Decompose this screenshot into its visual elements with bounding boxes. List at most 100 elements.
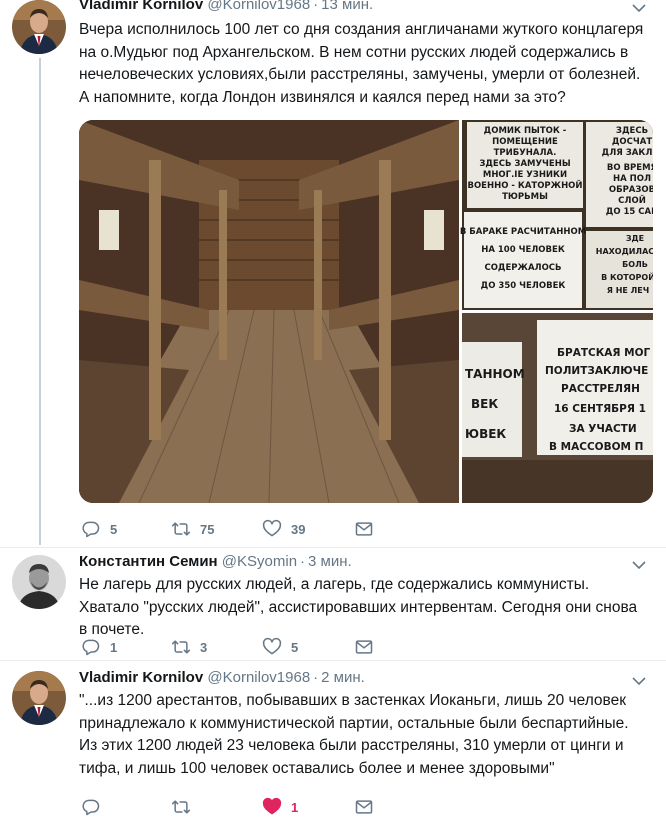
like-button[interactable]: 5	[262, 636, 298, 658]
retweet-icon	[171, 800, 191, 814]
author-handle[interactable]: @KSyomin	[222, 553, 297, 570]
retweet-icon	[171, 522, 191, 536]
avatar[interactable]	[12, 671, 66, 725]
retweet-count: 75	[200, 521, 215, 537]
retweet-count: 3	[200, 639, 208, 655]
sign1-line-3: ТРИБУНАЛА.	[494, 148, 557, 158]
sign3-line-4: ДО 350 ЧЕЛОВЕК	[481, 281, 566, 291]
sign1-line-5: МНОГ.IE УЗНИКИ	[483, 170, 567, 180]
tweet-header: Vladimir Kornilov @Kornilov1968 · 13 мин.	[79, 0, 636, 14]
action-bar: 1 3 5	[79, 636, 409, 658]
reply-button[interactable]	[81, 796, 110, 818]
sign4-line-2: НАХОДИЛАСЬ	[596, 247, 653, 256]
sign6-line-2: ПОЛИТЗАКЛЮЧЕ	[545, 365, 648, 377]
sign6-line-6: В МАССОВОМ П	[549, 441, 643, 453]
retweet-icon	[171, 640, 191, 654]
timestamp[interactable]: 3 мин.	[308, 553, 352, 570]
sign1-line-7: ТЮРЬМЫ	[502, 192, 548, 202]
sign1-line-2: ПОМЕЩЕНИЕ	[492, 137, 558, 147]
reply-count: 1	[110, 639, 118, 655]
sign2-line-7: СЛОЙ	[618, 194, 646, 206]
tweet-text: Не лагерь для русских людей, а лагерь, г…	[79, 576, 638, 638]
retweet-button[interactable]: 3	[171, 636, 207, 658]
timestamp[interactable]: 2 мин.	[321, 669, 365, 686]
separator-dot: ·	[313, 0, 319, 13]
retweet-button[interactable]	[171, 796, 200, 818]
envelope-icon	[355, 800, 373, 814]
sign2-line-6: ОБРАЗОВ	[609, 185, 653, 195]
direct-message-button[interactable]	[354, 636, 374, 658]
separator-dot: ·	[300, 553, 306, 570]
sign3-line-2: НА 100 ЧЕЛОВЕК	[481, 245, 565, 255]
tweet-text: Вчера исполнилось 100 лет со дня создани…	[79, 21, 644, 106]
sign4-line-1: ЗДЕ	[626, 234, 644, 243]
sign5-line-3: ЮВЕК	[465, 427, 506, 441]
tweet-1[interactable]: Vladimir Kornilov @Kornilov1968 · 13 мин. …	[0, 0, 666, 547]
sign4-line-4: В КОТОРОЙ	[601, 271, 653, 282]
tweet-media[interactable]: ДОМИК ПЫТОК - ПОМЕЩЕНИЕ ТРИБУНАЛА. ЗДЕСЬ…	[79, 120, 653, 503]
reply-icon	[82, 799, 100, 816]
author-name[interactable]: Vladimir Kornilov	[79, 669, 203, 686]
separator-dot: ·	[313, 669, 319, 686]
sign6-line-3: РАССТРЕЛЯН	[561, 383, 640, 395]
signs-photo[interactable]: ДОМИК ПЫТОК - ПОМЕЩЕНИЕ ТРИБУНАЛА. ЗДЕСЬ…	[460, 120, 653, 310]
sign5-line-2: ВЕК	[471, 397, 498, 411]
like-count: 5	[291, 639, 299, 655]
heart-icon	[262, 637, 282, 655]
sign2-line-4: ВО ВРЕМЯ	[607, 163, 653, 173]
reply-count: 5	[110, 521, 118, 537]
action-bar: 1	[79, 796, 409, 818]
chevron-down-icon[interactable]	[632, 3, 646, 13]
sign2-line-3: ДЛЯ ЗАКЛЮ	[602, 148, 653, 158]
sign1-line-6: ВОЕННО - КАТОРЖНОЙ	[467, 179, 582, 191]
sign2-line-8: ДО 15 САН	[606, 207, 653, 217]
tweet-header: Vladimir Kornilov @Kornilov1968 · 2 мин.	[79, 669, 636, 687]
sign2-line-2: ДОСЧАТ	[612, 137, 652, 147]
envelope-icon	[355, 522, 373, 536]
memorial-photo[interactable]: ТАННОМ ВЕК ЮВЕК БРАТСКАЯ МОГ ПОЛИТЗАКЛЮЧ…	[462, 313, 653, 503]
heart-icon	[262, 519, 282, 537]
tweet-header: Константин Семин @KSyomin · 3 мин.	[79, 553, 636, 571]
heart-icon	[262, 797, 282, 815]
sign4-line-5: Я НЕ ЛЕЧ	[607, 286, 649, 295]
author-name[interactable]: Константин Семин	[79, 553, 218, 570]
sign3-line-1: В БАРАКЕ РАСЧИТАННОМ	[460, 227, 586, 237]
avatar-bw-man-image	[12, 555, 66, 609]
chevron-down-icon[interactable]	[632, 676, 646, 686]
author-handle[interactable]: @Kornilov1968	[207, 0, 310, 13]
like-button[interactable]: 39	[262, 518, 305, 540]
sign4-line-3: БОЛЬ	[622, 260, 648, 269]
sign2-line-5: НА ПОЛ	[613, 174, 651, 184]
reply-icon	[82, 639, 100, 656]
reply-button[interactable]: 1	[81, 636, 117, 658]
sign5-line-1: ТАННОМ	[465, 367, 525, 381]
avatar[interactable]	[12, 555, 66, 609]
media-grid: ДОМИК ПЫТОК - ПОМЕЩЕНИЕ ТРИБУНАЛА. ЗДЕСЬ…	[79, 120, 653, 503]
author-name[interactable]: Vladimir Kornilov	[79, 0, 203, 13]
tweet-text: "...из 1200 арестантов, побывавших в зас…	[79, 692, 629, 777]
sign6-line-5: ЗА УЧАСТИ	[569, 423, 637, 435]
sign3-line-3: СОДЕРЖАЛОСЬ	[484, 263, 561, 273]
barracks-photo[interactable]	[79, 120, 459, 503]
author-handle[interactable]: @Kornilov1968	[207, 669, 310, 686]
sign6-line-1: БРАТСКАЯ МОГ	[557, 347, 651, 359]
timestamp[interactable]: 13 мин.	[321, 0, 373, 13]
avatar-suit-man-image	[12, 671, 66, 725]
chevron-down-icon[interactable]	[632, 560, 646, 570]
action-bar: 5 75 39	[79, 518, 409, 540]
direct-message-button[interactable]	[354, 518, 374, 540]
direct-message-button[interactable]	[354, 796, 374, 818]
envelope-icon	[355, 640, 373, 654]
avatar[interactable]	[12, 0, 66, 54]
retweet-button[interactable]: 75	[171, 518, 214, 540]
like-button[interactable]: 1	[262, 796, 298, 818]
reply-icon	[82, 521, 100, 538]
like-count: 39	[291, 521, 306, 537]
tweet-3[interactable]: Vladimir Kornilov @Kornilov1968 · 2 мин. "…	[0, 660, 666, 824]
sign1-line-4: ЗДЕСЬ ЗАМУЧЕНЫ	[479, 159, 571, 169]
sign1-line-1: ДОМИК ПЫТОК -	[484, 126, 567, 136]
avatar-suit-man-image	[12, 0, 66, 54]
tweet-2[interactable]: Константин Семин @KSyomin · 3 мин. Не лаге…	[0, 547, 666, 660]
like-count: 1	[291, 799, 299, 815]
reply-button[interactable]: 5	[81, 518, 117, 540]
